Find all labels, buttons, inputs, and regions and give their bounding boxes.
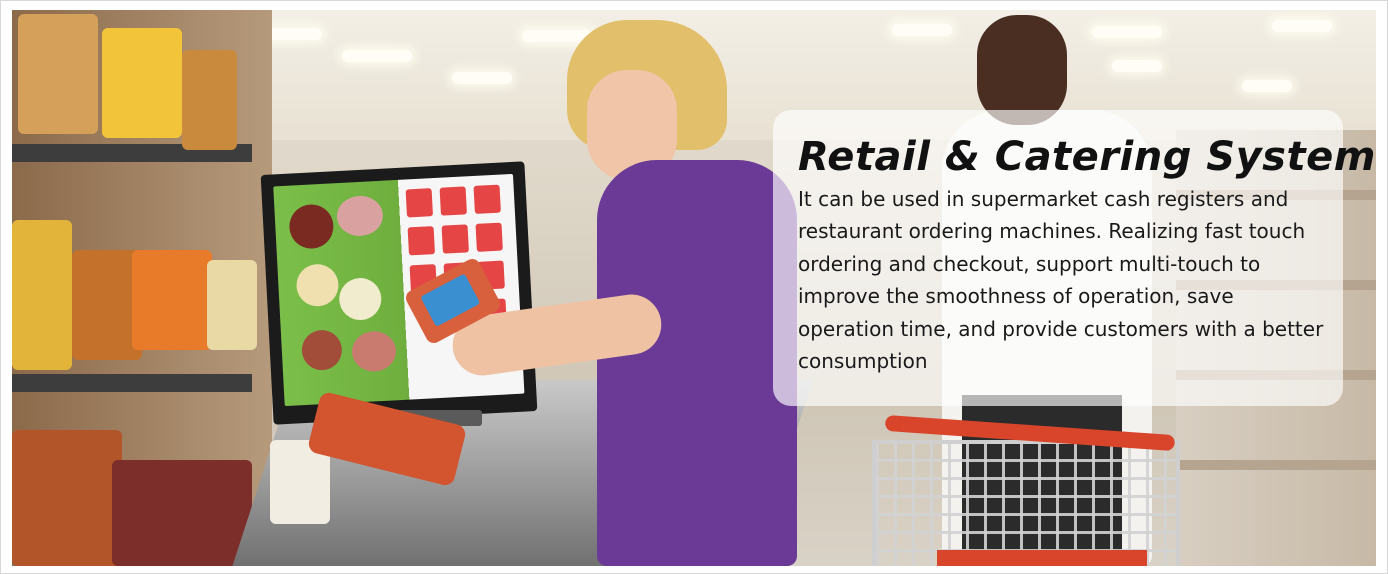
snack-package [182, 50, 237, 150]
snack-package [18, 14, 98, 134]
snack-package [102, 28, 182, 138]
customer-head [977, 15, 1067, 125]
ceiling-light [342, 50, 412, 62]
ceiling-light [1272, 20, 1332, 32]
ceiling-light [892, 24, 952, 36]
meat-image [351, 330, 398, 373]
shopping-cart [872, 440, 1180, 566]
banner-description: It can be used in supermarket cash regis… [798, 187, 1324, 374]
ceiling-light [1112, 60, 1162, 72]
sausage-image [288, 203, 335, 250]
ceiling-light [452, 72, 512, 84]
product-tile [405, 188, 434, 218]
cashier-uniform [597, 160, 797, 566]
aisle-shelf [1176, 460, 1376, 470]
salad-image [295, 263, 340, 308]
snack-package [112, 460, 252, 566]
product-tile [439, 186, 467, 216]
product-tile [473, 184, 501, 214]
ceiling-light [1242, 80, 1292, 92]
cart-tray [937, 550, 1147, 566]
snack-package [12, 430, 122, 566]
meat-image [300, 329, 343, 372]
salad-image [338, 276, 383, 322]
product-tile [441, 224, 469, 254]
product-tile [407, 226, 436, 256]
product-tile [475, 222, 503, 252]
shelf-board [12, 374, 252, 392]
scanner-screen [420, 273, 481, 327]
snack-shelf [12, 10, 272, 566]
banner-title: Retail & Catering System [798, 134, 1376, 180]
snack-package [207, 260, 257, 350]
touch-monitor [260, 161, 538, 425]
ceiling-light [1092, 26, 1162, 38]
snack-package [132, 250, 212, 350]
snack-package [12, 220, 72, 370]
ham-image [335, 194, 384, 238]
